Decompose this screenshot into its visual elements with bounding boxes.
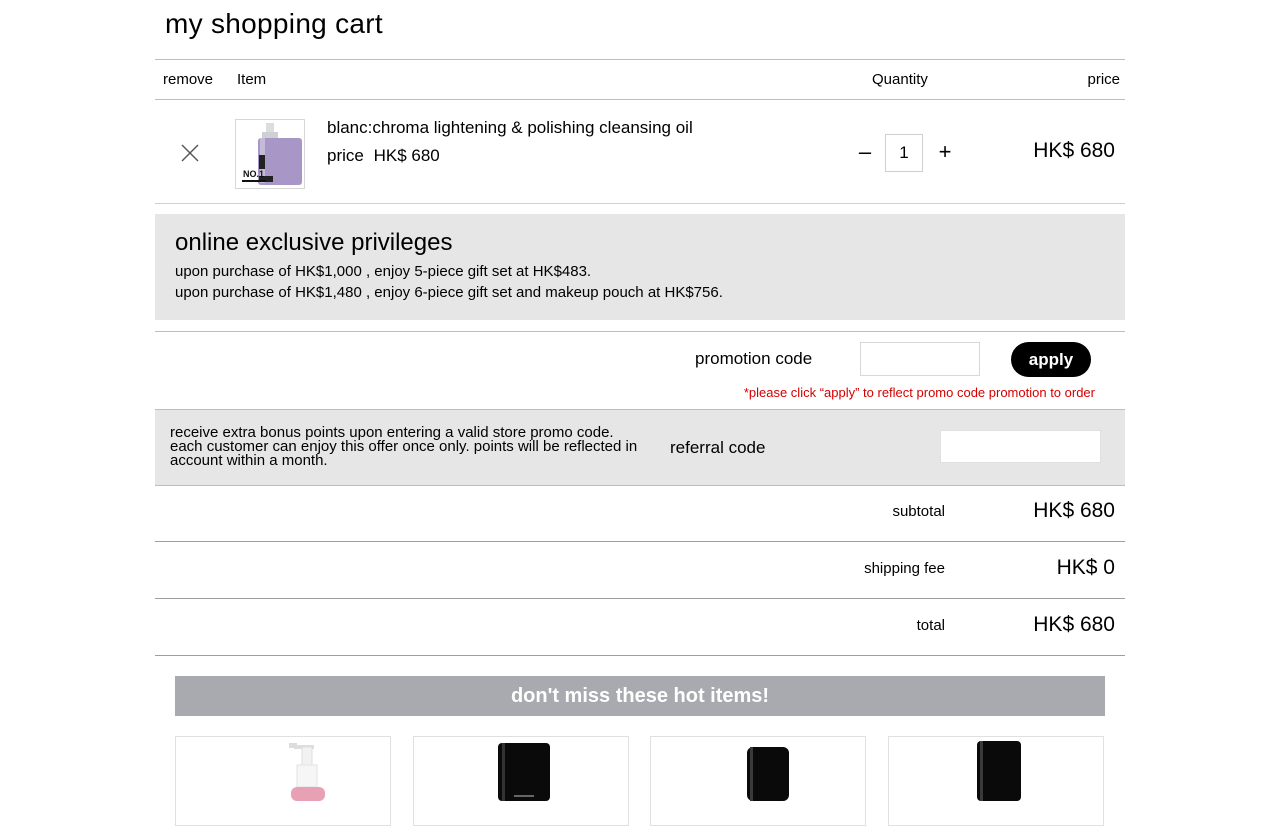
pump-bottle-icon — [289, 743, 325, 801]
close-icon — [181, 144, 199, 162]
subtotal-label: subtotal — [892, 503, 945, 520]
product-name[interactable]: blanc:chroma lightening & polishing clea… — [327, 118, 693, 138]
promotion-code-input[interactable] — [860, 342, 980, 376]
remove-item-button[interactable] — [181, 144, 199, 162]
header-item: Item — [237, 71, 267, 88]
hot-item-card[interactable] — [175, 736, 391, 826]
privileges-title: online exclusive privileges — [175, 229, 453, 256]
header-remove: remove — [163, 71, 214, 88]
quantity-increase-button[interactable]: + — [935, 139, 955, 167]
promotion-code-label: promotion code — [695, 349, 813, 368]
cart-item-row: NO.1 blanc:chroma lightening & polishing… — [155, 99, 1125, 204]
cleansing-oil-bottle-icon: NO.1 — [242, 123, 302, 185]
shipping-row: shipping fee HK$ 0 — [155, 542, 1125, 599]
subtotal-value: HK$ 680 — [1033, 499, 1115, 522]
referral-code-label: referral code — [670, 438, 766, 457]
referral-code-input[interactable] — [940, 430, 1101, 463]
referral-code-section: receive extra bonus points upon entering… — [155, 409, 1125, 486]
privilege-line-1: upon purchase of HK$1,000 , enjoy 5-piec… — [175, 263, 592, 280]
apply-button[interactable]: apply — [1011, 342, 1091, 377]
svg-text:NO.1: NO.1 — [243, 169, 264, 179]
cart-table-header: remove Item Quantity price — [155, 59, 1125, 100]
quantity-input[interactable] — [885, 134, 923, 172]
shipping-label: shipping fee — [864, 560, 945, 577]
product-thumbnail[interactable]: NO.1 — [235, 119, 305, 189]
line-total: HK$ 680 — [1033, 139, 1115, 162]
subtotal-row: subtotal HK$ 680 — [155, 485, 1125, 542]
black-bottle-icon — [977, 741, 1021, 801]
total-row: total HK$ 680 — [155, 599, 1125, 656]
total-value: HK$ 680 — [1033, 613, 1115, 636]
header-quantity: Quantity — [872, 71, 928, 88]
black-bottle-icon — [498, 743, 550, 801]
header-price: price — [1087, 71, 1120, 88]
shipping-value: HK$ 0 — [1056, 556, 1115, 579]
hot-items-banner: don't miss these hot items! — [175, 676, 1105, 716]
promo-note: *please click “apply” to reflect promo c… — [743, 385, 1095, 400]
hot-item-card[interactable] — [413, 736, 629, 826]
hot-item-card[interactable] — [888, 736, 1104, 826]
page-title: my shopping cart — [165, 8, 384, 39]
online-privileges-panel: online exclusive privileges upon purchas… — [155, 214, 1125, 320]
quantity-decrease-button[interactable]: – — [855, 139, 875, 167]
black-bottle-icon — [747, 747, 789, 801]
privilege-line-2: upon purchase of HK$1,480 , enjoy 6-piec… — [175, 284, 723, 301]
referral-description: receive extra bonus points upon entering… — [170, 424, 638, 469]
hot-item-card[interactable] — [650, 736, 866, 826]
price-value: HK$ 680 — [373, 146, 440, 165]
total-label: total — [916, 617, 945, 634]
promotion-code-section: promotion code apply *please click “appl… — [155, 331, 1125, 410]
price-label: price — [327, 146, 364, 165]
product-unit-price: price HK$ 680 — [327, 146, 440, 166]
